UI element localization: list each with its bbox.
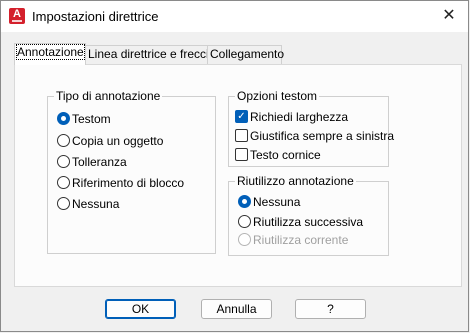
annotation-reuse-group: Riutilizzo annotazione Nessuna Riutilizz… — [228, 174, 389, 256]
dialog-window: A Impostazioni direttrice ✕ Annotazione … — [0, 0, 469, 332]
ok-button[interactable]: OK — [105, 299, 176, 319]
autocad-app-icon: A — [9, 8, 25, 24]
annotation-reuse-legend: Riutilizzo annotazione — [235, 174, 356, 188]
radio-indicator — [238, 233, 251, 246]
tab-collegamento[interactable]: Collegamento — [207, 45, 284, 64]
close-button[interactable]: ✕ — [438, 5, 460, 27]
annotation-type-group: Tipo di annotazione Testom Copia un ogge… — [47, 89, 216, 254]
checkbox-indicator — [235, 148, 248, 161]
radio-indicator — [238, 215, 251, 228]
close-icon: ✕ — [442, 7, 456, 24]
radio-indicator — [57, 155, 70, 168]
tab-panel: Tipo di annotazione Testom Copia un ogge… — [14, 64, 462, 287]
radio-indicator — [238, 195, 251, 208]
mtext-options-group: Opzioni testom ✓ Richiedi larghezza Gius… — [228, 89, 394, 167]
tab-linea-direttrice-freccia[interactable]: Linea direttrice e freccia — [85, 45, 215, 64]
radio-indicator — [57, 134, 70, 147]
checkbox-indicator — [235, 129, 248, 142]
help-button[interactable]: ? — [295, 299, 366, 319]
annotation-type-legend: Tipo di annotazione — [54, 89, 163, 103]
cancel-button[interactable]: Annulla — [201, 299, 272, 319]
checkmark-icon: ✓ — [235, 110, 248, 123]
radio-indicator — [57, 197, 70, 210]
title-bar[interactable]: A Impostazioni direttrice ✕ — [1, 1, 468, 32]
tab-annotazione[interactable]: Annotazione — [14, 43, 86, 65]
dialog-title: Impostazioni direttrice — [32, 9, 159, 24]
mtext-options-legend: Opzioni testom — [235, 89, 320, 103]
radio-indicator — [57, 176, 70, 189]
radio-indicator — [57, 112, 70, 125]
